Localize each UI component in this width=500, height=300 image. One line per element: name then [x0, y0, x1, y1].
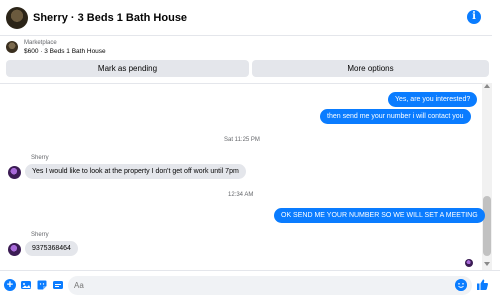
sender-avatar[interactable] — [8, 166, 21, 179]
scroll-down-arrow[interactable] — [484, 262, 490, 266]
emoji-icon[interactable] — [455, 279, 467, 291]
outgoing-message[interactable]: OK SEND ME YOUR NUMBER SO WE WILL SET A … — [274, 208, 485, 223]
contact-avatar[interactable] — [6, 6, 28, 29]
plus-icon[interactable]: + — [4, 279, 16, 291]
outgoing-message[interactable]: Yes, are you interested? — [388, 92, 478, 107]
listing-title[interactable]: $600 · 3 Beds 1 Bath House — [24, 48, 106, 55]
message-timestamp: Sat 11:25 PM — [224, 137, 260, 143]
sticker-icon[interactable] — [36, 279, 48, 291]
seen-receipt-avatar — [465, 259, 473, 267]
marketplace-label: Marketplace — [24, 40, 57, 46]
scroll-up-arrow[interactable] — [484, 84, 490, 88]
mark-as-pending-button[interactable]: Mark as pending — [6, 60, 249, 77]
incoming-message[interactable]: Yes I would like to look at the property… — [25, 164, 246, 179]
thumbs-up-icon[interactable] — [476, 278, 489, 291]
divider — [0, 83, 492, 84]
sender-name: Sherry — [31, 232, 49, 238]
message-input[interactable] — [68, 276, 472, 295]
gif-icon[interactable] — [52, 279, 64, 291]
marketplace-panel: Marketplace $600 · 3 Beds 1 Bath House M… — [0, 37, 492, 83]
scrollbar-thumb[interactable] — [483, 196, 491, 256]
more-options-button[interactable]: More options — [252, 60, 489, 77]
chat-header: Sherry · 3 Beds 1 Bath House i — [0, 0, 492, 36]
photo-icon[interactable] — [20, 279, 32, 291]
messenger-chat-window: Sherry · 3 Beds 1 Bath House i Marketpla… — [0, 0, 500, 300]
info-icon[interactable]: i — [467, 10, 481, 24]
sender-avatar[interactable] — [8, 243, 21, 256]
outgoing-message[interactable]: then send me your number i will contact … — [320, 109, 471, 124]
message-composer: + — [0, 270, 500, 300]
incoming-message[interactable]: 9375368464 — [25, 241, 78, 256]
sender-name: Sherry — [31, 155, 49, 161]
chat-title[interactable]: Sherry · 3 Beds 1 Bath House — [33, 12, 187, 24]
listing-thumbnail[interactable] — [6, 41, 18, 53]
message-timestamp: 12:34 AM — [228, 192, 254, 198]
